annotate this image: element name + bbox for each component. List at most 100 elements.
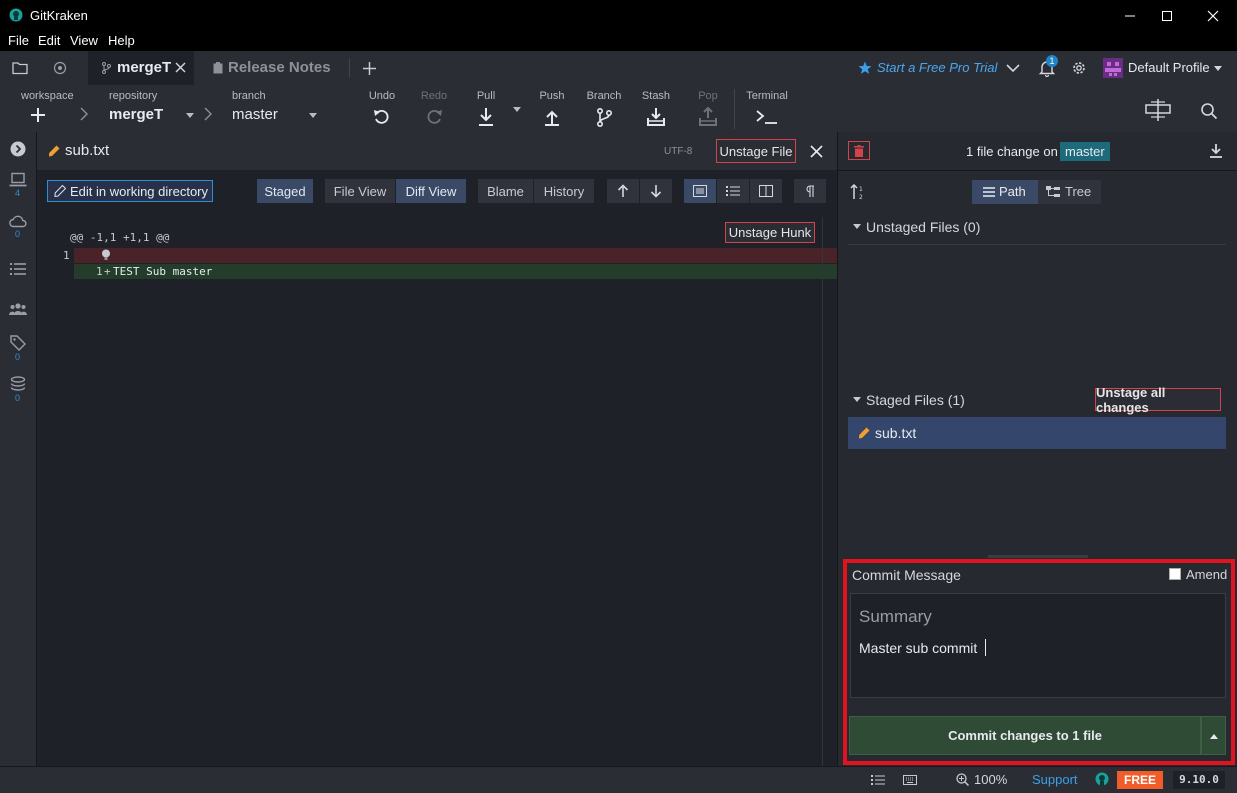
path-view-button[interactable]: Path <box>972 180 1038 204</box>
tab-close-icon[interactable] <box>175 62 186 73</box>
summary-placeholder[interactable]: Summary <box>859 607 932 627</box>
open-repo-button[interactable] <box>10 58 30 78</box>
repository-caret-icon[interactable] <box>186 113 194 118</box>
tab-release-notes[interactable]: Release Notes <box>205 51 345 85</box>
list-icon <box>871 775 885 785</box>
trial-dropdown-button[interactable] <box>1003 58 1023 78</box>
terminal-button[interactable]: Terminal <box>737 85 797 132</box>
encoding-label[interactable]: UTF-8 <box>664 146 692 157</box>
activity-button[interactable] <box>50 58 70 78</box>
users-icon <box>9 303 27 315</box>
resize-handle[interactable] <box>988 555 1088 558</box>
diff-scroll-track[interactable] <box>822 217 823 766</box>
activity-log-button[interactable] <box>869 771 887 789</box>
status-bar: 100% Support FREE 9.10.0 <box>0 766 1237 793</box>
commit-options-button[interactable] <box>1201 716 1226 755</box>
undo-label: Undo <box>368 90 396 102</box>
stash-button[interactable]: Stash <box>626 85 686 132</box>
previous-change-button[interactable] <box>607 179 639 203</box>
version-label: 9.10.0 <box>1173 771 1225 789</box>
pull-options-caret-icon[interactable] <box>513 107 521 112</box>
collapse-caret-icon[interactable] <box>853 397 861 402</box>
new-tab-button[interactable] <box>359 58 379 78</box>
branch-button[interactable]: Branch <box>574 85 634 132</box>
pull-requests-button[interactable] <box>7 259 29 279</box>
commit-button[interactable]: Commit changes to 1 file <box>849 716 1201 755</box>
redo-button[interactable]: Redo <box>404 85 464 132</box>
repository-selector[interactable]: mergeT <box>109 106 163 123</box>
maximize-icon <box>1162 10 1172 21</box>
zoom-icon <box>956 773 969 786</box>
teams-button[interactable] <box>7 299 29 319</box>
sort-button[interactable]: 12 <box>848 182 868 202</box>
keyboard-shortcuts-button[interactable] <box>901 771 919 789</box>
close-diff-button[interactable] <box>807 142 825 160</box>
commit-panel-divider <box>838 170 1237 171</box>
menu-help[interactable]: Help <box>108 33 135 48</box>
folder-icon <box>12 62 28 75</box>
menu-view[interactable]: View <box>70 33 98 48</box>
blame-button[interactable]: Blame <box>478 179 533 203</box>
staged-file-row[interactable]: sub.txt <box>848 417 1226 449</box>
close-window-button[interactable] <box>1193 0 1233 31</box>
download-icon <box>1210 144 1222 158</box>
tab-mergeT[interactable]: mergeT <box>88 51 194 85</box>
summary-input[interactable]: Master sub commit <box>859 640 977 656</box>
file-view-button[interactable]: File View <box>325 179 395 203</box>
maximize-button[interactable] <box>1147 0 1187 31</box>
plan-badge[interactable]: FREE <box>1117 771 1163 789</box>
removed-line <box>74 248 837 263</box>
chevron-right-icon <box>204 107 212 121</box>
unstage-hunk-button[interactable]: Unstage Hunk <box>725 222 815 243</box>
unstage-all-button[interactable]: Unstage all changes <box>1095 385 1221 415</box>
edit-in-working-directory-button[interactable]: Edit in working directory <box>47 180 213 202</box>
tags-button[interactable] <box>7 333 29 353</box>
removed-line-number: 1 <box>63 249 70 262</box>
layout-toggle-button[interactable] <box>1144 97 1172 123</box>
next-change-button[interactable] <box>640 179 672 203</box>
search-button[interactable] <box>1198 100 1220 122</box>
unstage-file-button[interactable]: Unstage File <box>716 139 796 163</box>
workspace-add-button[interactable] <box>28 105 48 125</box>
split-view-button[interactable] <box>750 179 782 203</box>
branch-selector[interactable]: master <box>232 106 278 123</box>
branch-caret-icon[interactable] <box>309 113 317 118</box>
caret-down-icon[interactable] <box>1214 66 1222 71</box>
show-whitespace-button[interactable] <box>794 179 826 203</box>
menu-edit[interactable]: Edit <box>38 33 60 48</box>
download-button[interactable] <box>1207 142 1225 160</box>
terminal-label: Terminal <box>746 90 788 102</box>
submodules-button[interactable] <box>7 374 29 394</box>
menu-bar: File Edit View Help <box>0 31 1237 51</box>
comment-marker-icon[interactable] <box>101 249 111 261</box>
remote-button[interactable] <box>7 211 29 231</box>
collapse-caret-icon[interactable] <box>853 224 861 229</box>
minimize-button[interactable] <box>1110 0 1150 31</box>
menu-file[interactable]: File <box>8 33 29 48</box>
tree-view-button[interactable]: Tree <box>1038 180 1101 204</box>
push-button[interactable]: Push <box>522 85 582 132</box>
inline-view-button[interactable] <box>717 179 749 203</box>
hunk-view-button[interactable] <box>684 179 716 203</box>
pro-trial-link[interactable]: Start a Free Pro Trial <box>877 60 997 75</box>
discard-changes-button[interactable] <box>848 141 870 160</box>
support-link[interactable]: Support <box>1032 772 1078 787</box>
pencil-icon <box>54 185 66 197</box>
undo-button[interactable]: Undo <box>352 85 412 132</box>
zoom-level[interactable]: 100% <box>974 772 1007 787</box>
history-button[interactable]: History <box>534 179 594 203</box>
unstaged-files-header[interactable]: Unstaged Files (0) <box>866 219 980 235</box>
staged-files-header[interactable]: Staged Files (1) <box>866 392 965 408</box>
diff-view-button[interactable]: Diff View <box>396 179 466 203</box>
local-branches-button[interactable] <box>7 170 29 190</box>
pilcrow-icon <box>806 185 814 197</box>
pop-button[interactable]: Pop <box>678 85 738 132</box>
pull-label: Pull <box>476 90 496 102</box>
expand-panel-button[interactable] <box>9 140 27 158</box>
staged-toggle[interactable]: Staged <box>257 179 313 203</box>
pull-button[interactable]: Pull <box>456 85 516 132</box>
stash-label: Stash <box>641 90 671 102</box>
amend-checkbox[interactable] <box>1169 568 1181 580</box>
profile-name[interactable]: Default Profile <box>1128 60 1210 75</box>
settings-button[interactable] <box>1069 58 1089 78</box>
